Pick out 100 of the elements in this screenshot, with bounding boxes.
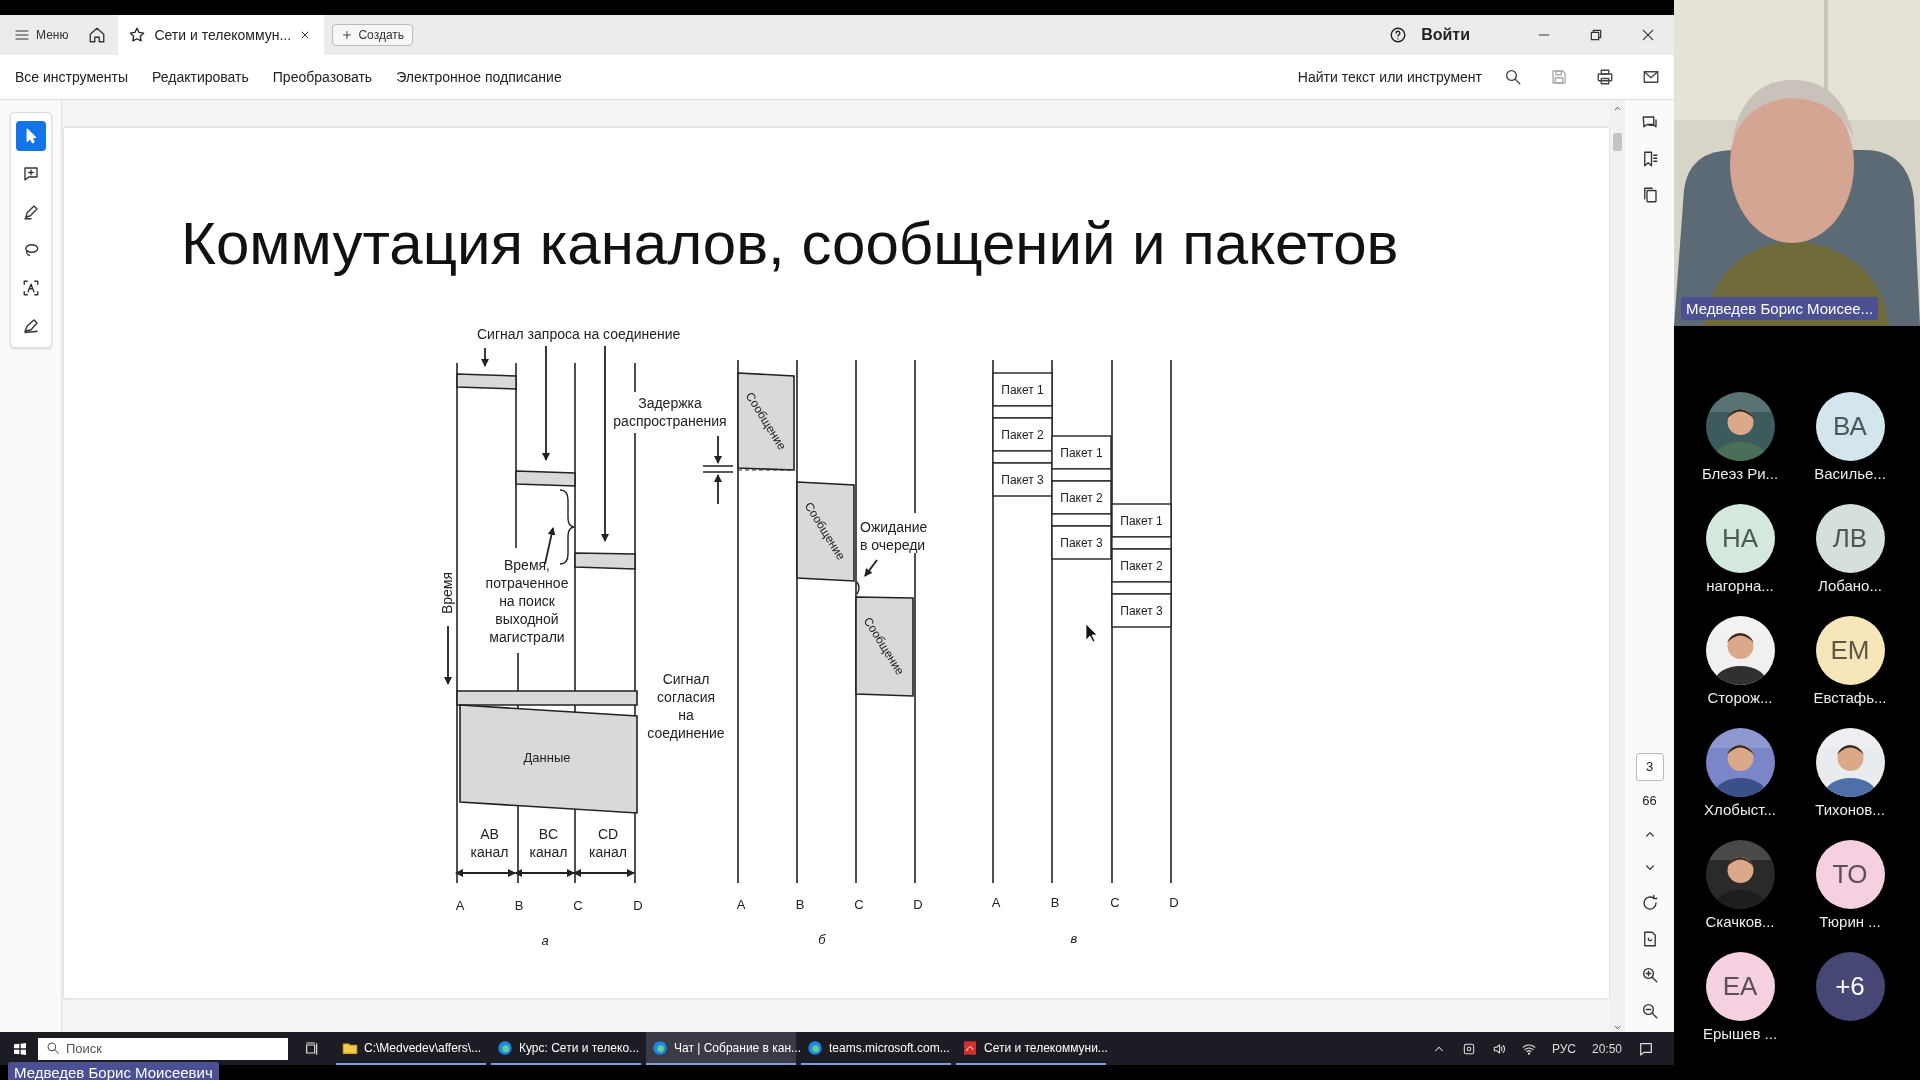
node-label: C (854, 897, 864, 912)
document-tab[interactable]: Сети и телекоммун... (118, 15, 325, 55)
zoom-in-icon[interactable] (1640, 966, 1659, 984)
search-icon[interactable] (1504, 68, 1522, 86)
figure-caption: а (541, 933, 549, 948)
packet-label: Пакет 3 (1001, 473, 1044, 487)
chevron-down-icon (1613, 1023, 1622, 1032)
comment-icon (21, 165, 40, 183)
scrollbar[interactable] (1610, 100, 1625, 1032)
packet-label: Пакет 1 (1001, 383, 1044, 397)
participant-name: Тихонов... (1815, 801, 1885, 819)
chevron-up-icon (1613, 104, 1622, 113)
node-label: A (736, 897, 746, 912)
participant-name: Ерышев ... (1702, 1025, 1778, 1043)
pdf-icon (962, 1039, 978, 1056)
figure-label: CD канал (589, 826, 627, 860)
delay-marks (702, 465, 734, 473)
packet-label: Пакет 2 (1120, 559, 1163, 573)
packet-label: Пакет 1 (1060, 446, 1103, 460)
sign-in-button[interactable]: Войти (1421, 26, 1470, 44)
figure-label: Данные (523, 750, 571, 765)
participant-avatar[interactable]: ТО (1815, 840, 1885, 909)
figure-label: Время, потраченное на поиск выходной магистрали (485, 557, 569, 645)
find-tool-field[interactable]: Найти текст или инструмент (1297, 69, 1482, 85)
mail-icon[interactable] (1642, 68, 1660, 86)
language-indicator[interactable]: РУС (1551, 1041, 1576, 1056)
close-icon[interactable] (1640, 27, 1656, 43)
participant-name: Евстафь... (1813, 689, 1887, 707)
notification-icon[interactable] (1638, 1040, 1654, 1057)
packet-label: Пакет 3 (1060, 536, 1103, 550)
wifi-icon[interactable] (1521, 1041, 1536, 1056)
plus-icon (341, 29, 354, 41)
refresh-icon[interactable] (1640, 894, 1659, 912)
packet-gap (1051, 513, 1112, 527)
cursor-icon (1085, 623, 1098, 643)
toolbar-menu-item[interactable]: Редактировать (152, 69, 249, 85)
star-icon (128, 26, 147, 44)
node-label: B (1050, 895, 1060, 910)
packet-label: Пакет 2 (1001, 428, 1044, 442)
node-label: A (991, 895, 1001, 910)
participant-name: Скачков... (1705, 913, 1775, 931)
node-label: D (1169, 895, 1179, 910)
participant-name: Василье... (1814, 465, 1886, 483)
node-label: C (1110, 895, 1120, 910)
figure-caption: в (1070, 931, 1078, 946)
participant-avatar[interactable]: НА (1705, 504, 1775, 573)
browser-icon (807, 1039, 823, 1056)
packet (992, 417, 1053, 452)
home-icon[interactable] (88, 26, 107, 44)
figure-label: Сигнал запроса на соединение (477, 326, 681, 342)
participant-avatar[interactable]: ЕМ (1815, 616, 1885, 685)
time-arrow (444, 625, 452, 685)
search-icon (46, 1040, 60, 1055)
participant-name: Лобано... (1818, 577, 1882, 595)
packet-label: Пакет 3 (1120, 604, 1163, 618)
node-label: A (455, 898, 465, 913)
figure-label: BC канал (529, 826, 568, 860)
windows-icon[interactable] (12, 1040, 28, 1057)
toolbar-menu-item[interactable]: Все инструменты (15, 69, 129, 85)
figure-label: Задержка распространения (613, 395, 727, 429)
text-select-icon (21, 279, 40, 297)
figure-label: AB канал (470, 826, 509, 860)
packet-gap (1111, 581, 1172, 595)
page-number-field[interactable]: 3 (1635, 753, 1664, 781)
restore-icon[interactable] (1588, 27, 1604, 43)
print-icon[interactable] (1596, 68, 1614, 86)
signature-icon (21, 317, 40, 335)
toolbar-menu-item[interactable]: Электронное подписание (396, 69, 562, 85)
arrow (714, 474, 722, 505)
arrow (864, 559, 878, 577)
more-participants-button[interactable]: +6 (1815, 952, 1885, 1021)
arrow (481, 347, 489, 367)
menu-icon (14, 27, 30, 43)
participant-avatar[interactable]: ВА (1815, 392, 1885, 461)
task-view-icon[interactable] (304, 1040, 320, 1057)
axis-label: Время (439, 571, 455, 615)
slide-title: Коммутация каналов, сообщений и пакетов (181, 209, 1400, 279)
menu-button[interactable]: Меню (0, 27, 79, 43)
help-icon[interactable] (1389, 26, 1408, 44)
zoom-out-icon[interactable] (1640, 1002, 1659, 1020)
camera-icon[interactable] (1461, 1041, 1476, 1056)
packet-gap (1111, 536, 1172, 550)
speaker-icon[interactable] (1491, 1041, 1506, 1056)
browser-icon (497, 1039, 513, 1056)
participant-name: нагорна... (1706, 577, 1774, 595)
node-label: B (795, 897, 805, 912)
participant-name: Блеэз Ри... (1701, 465, 1779, 483)
scrollbar-thumb[interactable] (1613, 133, 1622, 151)
participant-avatar[interactable]: ЕА (1705, 952, 1775, 1021)
clock[interactable]: 20:50 (1591, 1041, 1622, 1056)
node-label: D (633, 898, 643, 913)
participant-name: Хлобыст... (1704, 801, 1776, 819)
taskbar-search-field[interactable]: Поиск (38, 1037, 288, 1060)
speaker-name: Медведев Борис Моисее... (1681, 297, 1879, 320)
page-count: 66 (1642, 793, 1657, 808)
toolbar-menu-item[interactable]: Преобразовать (272, 69, 373, 85)
figure-caption: б (818, 932, 826, 947)
participant-avatar[interactable]: ЛВ (1815, 504, 1885, 573)
packet (1111, 548, 1172, 583)
create-button[interactable]: Создать (332, 24, 414, 46)
